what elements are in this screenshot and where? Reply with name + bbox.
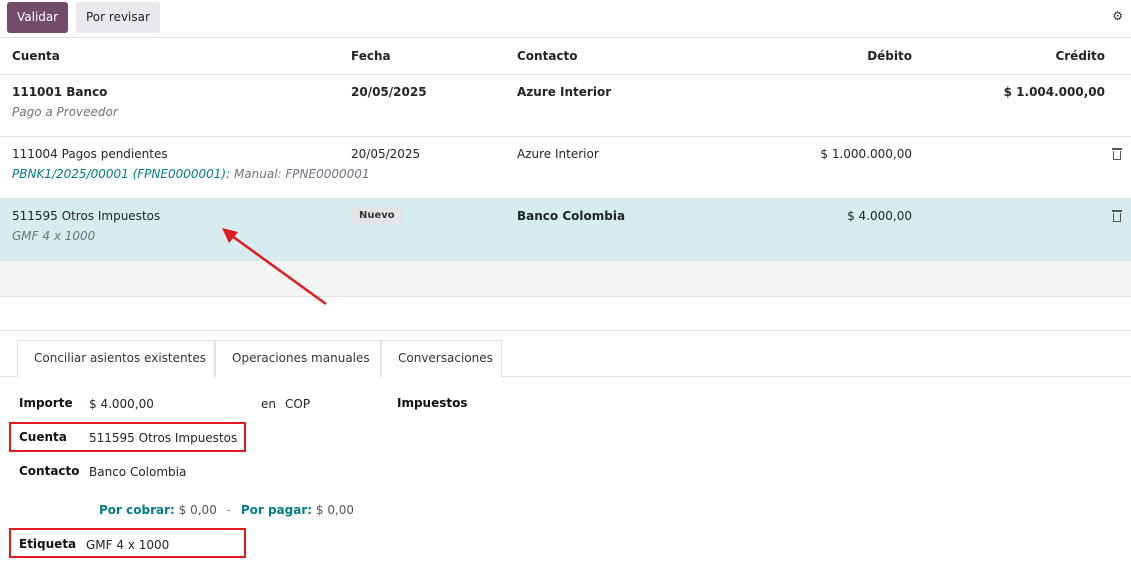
annotation-arrow bbox=[222, 228, 327, 306]
